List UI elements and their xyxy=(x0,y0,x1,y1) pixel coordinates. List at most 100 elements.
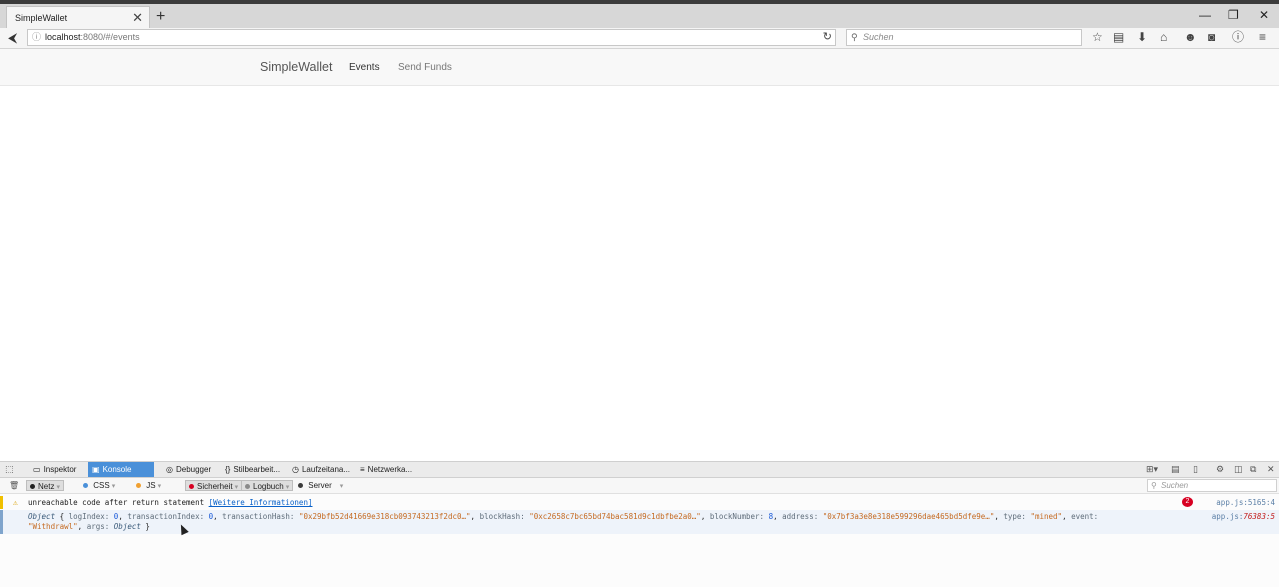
url-bar[interactable]: ⓘ localhost:8080/#/events ↻ xyxy=(27,29,836,46)
warning-source-link[interactable]: app.js:5165:4 xyxy=(1216,496,1275,509)
app-navbar: SimpleWallet Events Send Funds xyxy=(0,49,1279,86)
key-logindex: logIndex: xyxy=(68,512,110,521)
object-prefix[interactable]: Object xyxy=(28,512,55,521)
tab-stilbearbeitung[interactable]: {} Stilbearbeit... xyxy=(221,462,284,477)
app-brand[interactable]: SimpleWallet xyxy=(260,60,332,74)
restore-icon[interactable]: ❐ xyxy=(1228,5,1239,25)
caret-icon: ▾ xyxy=(234,484,239,491)
responsive-icon[interactable]: ▯ xyxy=(1193,462,1198,477)
dot-icon xyxy=(245,484,250,490)
tab-debugger[interactable]: ◎ Debugger xyxy=(162,462,215,477)
chat-icon[interactable]: ☻ xyxy=(1184,29,1197,46)
performance-icon: ◷ xyxy=(292,465,299,474)
tab-label: Konsole xyxy=(102,465,132,474)
tab-label: Inspektor xyxy=(43,465,77,474)
key-blocknumber: blockNumber: xyxy=(709,512,765,521)
reading-list-icon[interactable]: ▤ xyxy=(1113,29,1124,46)
layout-icon[interactable]: ⊞▾ xyxy=(1146,462,1158,477)
caret-icon: ▾ xyxy=(111,483,116,490)
val-logindex: 0 xyxy=(113,512,119,521)
brace-close: } xyxy=(145,522,150,531)
caret-icon: ▾ xyxy=(339,483,344,490)
nav-link-send-funds[interactable]: Send Funds xyxy=(398,62,452,73)
trash-icon[interactable]: 🗑 xyxy=(9,478,19,493)
minimize-icon[interactable]: — xyxy=(1199,5,1211,25)
debugger-icon: ◎ xyxy=(166,465,173,474)
tab-inspektor[interactable]: ▭ Inspektor xyxy=(29,462,80,477)
console-log-message[interactable]: Object { logIndex: 0, transactionIndex: … xyxy=(0,510,1279,534)
filter-server[interactable]: Server ▾ xyxy=(295,480,346,491)
val-args[interactable]: Object xyxy=(114,522,141,531)
log-source-link[interactable]: app.js:76383:5 xyxy=(1212,512,1275,521)
menu-icon[interactable]: ≡ xyxy=(1259,29,1266,46)
dock-side-icon[interactable]: ◫ xyxy=(1234,462,1243,477)
pick-element-icon[interactable]: ⬚ xyxy=(5,462,14,477)
devtools-tabbar: ⬚ ▭ Inspektor ▣ Konsole ◎ Debugger {} Stilbe… xyxy=(0,462,1279,478)
search-placeholder: Suchen xyxy=(863,32,894,42)
inspector-icon: ▭ xyxy=(33,465,41,474)
nav-link-events[interactable]: Events xyxy=(349,62,380,73)
dot-icon xyxy=(189,484,194,490)
back-icon[interactable]: ⮜ xyxy=(8,29,17,46)
home-icon[interactable]: ⌂ xyxy=(1160,29,1167,46)
filter-placeholder: Suchen xyxy=(1161,481,1189,490)
key-transactionhash: transactionHash: xyxy=(222,512,295,521)
info-icon[interactable]: ⓘ xyxy=(1232,29,1244,46)
close-tab-icon[interactable]: ✕ xyxy=(132,7,143,29)
tab-label: Laufzeitana... xyxy=(301,465,351,474)
warning-text: unreachable code after return statement … xyxy=(28,496,312,509)
more-info-link[interactable]: [Weitere Informationen] xyxy=(209,498,313,507)
site-info-icon[interactable]: ⓘ xyxy=(32,30,41,45)
browser-tab[interactable]: SimpleWallet ✕ xyxy=(6,6,150,29)
reload-icon[interactable]: ↻ xyxy=(823,30,832,45)
filter-label: Logbuch xyxy=(253,482,284,491)
key-address: address: xyxy=(782,512,819,521)
filter-css[interactable]: CSS ▾ xyxy=(80,480,118,491)
log-line-1: Object { logIndex: 0, transactionIndex: … xyxy=(28,512,1099,521)
caret-icon: ▾ xyxy=(157,483,162,490)
val-blockhash: "0xc2658c7bc65bd74bac581d9c1dbfbe2a0…" xyxy=(529,512,701,521)
bookmark-star-icon[interactable]: ☆ xyxy=(1092,29,1103,46)
filter-netz[interactable]: Netz ▾ xyxy=(26,480,64,491)
braces-icon: {} xyxy=(225,465,231,474)
pocket-icon[interactable]: ◙ xyxy=(1208,29,1215,46)
dot-icon xyxy=(298,483,303,489)
tab-title: SimpleWallet xyxy=(15,13,68,23)
console-filter-bar: 🗑 Netz ▾ CSS ▾ JS ▾ Sicherheit ▾ Logbuch ▾ Se… xyxy=(0,478,1279,494)
console-filter-input[interactable]: ⚲ Suchen xyxy=(1147,479,1277,492)
filter-label: Netz xyxy=(38,482,55,491)
url-path: :8080/#/events xyxy=(80,32,140,42)
filter-logbuch[interactable]: Logbuch ▾ xyxy=(241,480,294,491)
val-type: "mined" xyxy=(1030,512,1063,521)
tab-netzwerkanalyse[interactable]: ≡ Netzwerka... xyxy=(356,462,416,477)
filter-label: Server xyxy=(308,481,332,490)
new-tab-button[interactable]: + xyxy=(156,6,165,28)
filter-js[interactable]: JS ▾ xyxy=(133,480,164,491)
url-text: localhost:8080/#/events xyxy=(45,30,140,45)
url-host: localhost xyxy=(45,32,81,42)
search-icon: ⚲ xyxy=(1151,481,1157,490)
filter-sicherheit[interactable]: Sicherheit ▾ xyxy=(185,480,243,491)
browser-search-input[interactable]: ⚲ Suchen xyxy=(846,29,1082,46)
filter-label: JS xyxy=(146,481,156,490)
scratchpad-icon[interactable]: ▤ xyxy=(1171,462,1180,477)
tab-laufzeitanalyse[interactable]: ◷ Laufzeitana... xyxy=(288,462,354,477)
val-event: "Withdrawl" xyxy=(28,522,78,531)
close-devtools-icon[interactable]: ✕ xyxy=(1267,462,1275,477)
warning-icon: ⚠ xyxy=(13,498,18,507)
brace-open: { xyxy=(59,512,65,521)
close-window-icon[interactable]: ✕ xyxy=(1259,5,1269,25)
undock-icon[interactable]: ⧉ xyxy=(1250,462,1256,477)
caret-icon: ▾ xyxy=(56,484,60,491)
network-icon: ≡ xyxy=(360,465,365,474)
dot-icon xyxy=(136,483,141,489)
settings-icon[interactable]: ⚙ xyxy=(1216,462,1224,477)
devtools-panel: ⬚ ▭ Inspektor ▣ Konsole ◎ Debugger {} Stilbe… xyxy=(0,461,1279,587)
val-blocknumber: 8 xyxy=(768,512,774,521)
val-transactionhash: "0x29bfb52d41669e318cb093743213f2dc0…" xyxy=(298,512,471,521)
console-warning-message: ⚠ unreachable code after return statemen… xyxy=(0,496,1279,509)
repeat-count-badge: 2 xyxy=(1182,497,1193,507)
tab-label: Debugger xyxy=(175,465,212,474)
downloads-icon[interactable]: ⬇ xyxy=(1137,29,1147,46)
tab-konsole[interactable]: ▣ Konsole xyxy=(88,462,154,477)
